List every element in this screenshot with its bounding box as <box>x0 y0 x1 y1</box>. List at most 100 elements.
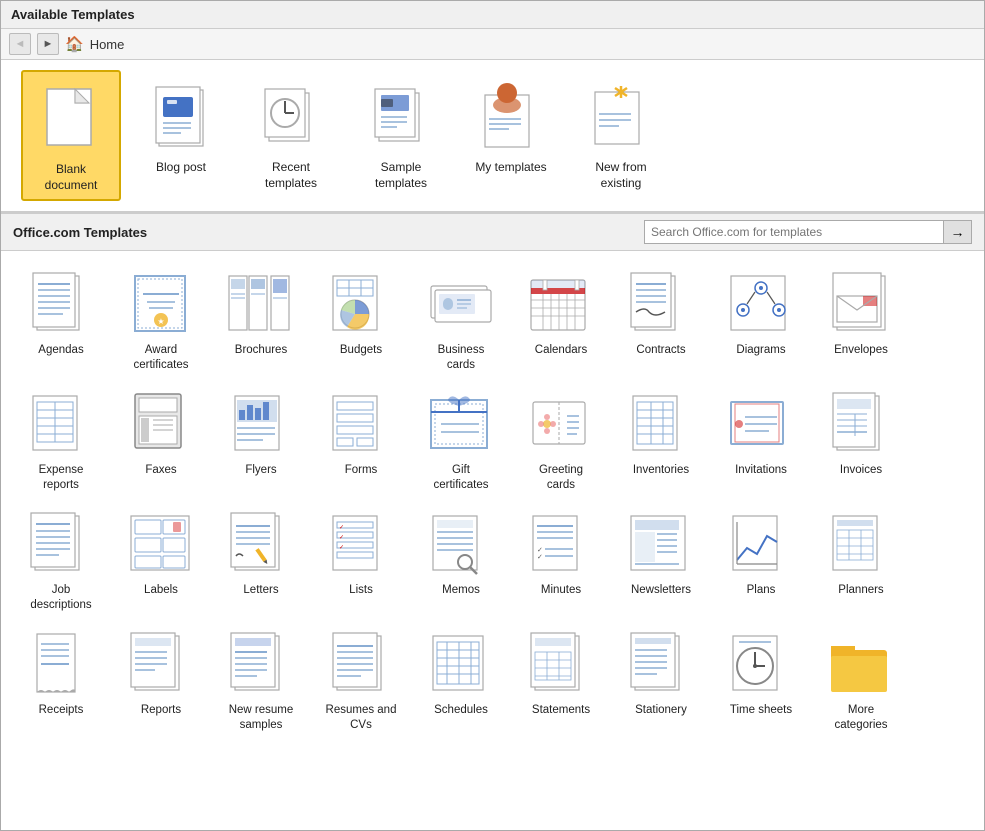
business-cards-icon <box>421 269 501 339</box>
more-label: Morecategories <box>834 703 887 733</box>
search-input[interactable] <box>644 220 944 244</box>
brochures-icon <box>221 269 301 339</box>
invoices-label: Invoices <box>840 463 882 478</box>
template-plans[interactable]: Plans <box>711 501 811 621</box>
flyers-icon <box>221 389 301 459</box>
new-resume-label: New resumesamples <box>229 703 294 733</box>
template-expense[interactable]: Expensereports <box>11 381 111 501</box>
new-from-existing-label: New fromexisting <box>595 160 646 191</box>
template-budgets[interactable]: Budgets <box>311 261 411 381</box>
recent-item-recent[interactable]: Recenttemplates <box>241 70 341 201</box>
calendars-icon <box>521 269 601 339</box>
template-newsletters[interactable]: Newsletters <box>611 501 711 621</box>
template-flyers[interactable]: Flyers <box>211 381 311 501</box>
calendars-label: Calendars <box>535 343 587 358</box>
svg-text:✓: ✓ <box>537 554 543 561</box>
template-inventories[interactable]: Inventories <box>611 381 711 501</box>
template-minutes[interactable]: ✓ ✓ Minutes <box>511 501 611 621</box>
forward-button[interactable]: ► <box>37 33 59 55</box>
template-brochures[interactable]: Brochures <box>211 261 311 381</box>
template-schedules[interactable]: Schedules <box>411 621 511 741</box>
gift-icon <box>421 389 501 459</box>
faxes-label: Faxes <box>145 463 176 478</box>
template-planners[interactable]: Planners <box>811 501 911 621</box>
template-greeting[interactable]: Greetingcards <box>511 381 611 501</box>
template-lists[interactable]: ✓ ✓ ✓ Lists <box>311 501 411 621</box>
my-templates-icon <box>476 76 546 156</box>
envelopes-icon <box>821 269 901 339</box>
template-contracts[interactable]: Contracts <box>611 261 711 381</box>
template-business-cards[interactable]: Businesscards <box>411 261 511 381</box>
expense-icon <box>21 389 101 459</box>
lists-icon: ✓ ✓ ✓ <box>321 509 401 579</box>
template-forms[interactable]: Forms <box>311 381 411 501</box>
budgets-icon <box>321 269 401 339</box>
search-button[interactable]: → <box>944 220 972 244</box>
template-stationery[interactable]: Stationery <box>611 621 711 741</box>
template-memos[interactable]: Memos <box>411 501 511 621</box>
breadcrumb: Home <box>90 37 125 52</box>
svg-text:✓: ✓ <box>339 535 344 541</box>
schedules-icon <box>421 629 501 699</box>
reports-label: Reports <box>141 703 181 718</box>
template-more[interactable]: Morecategories <box>811 621 911 741</box>
template-award[interactable]: ★ Awardcertificates <box>111 261 211 381</box>
blank-document-label: Blankdocument <box>45 162 98 193</box>
template-new-resume[interactable]: New resumesamples <box>211 621 311 741</box>
flyers-label: Flyers <box>245 463 276 478</box>
labels-label: Labels <box>144 583 178 598</box>
forms-label: Forms <box>345 463 378 478</box>
timesheets-label: Time sheets <box>730 703 792 718</box>
template-letters[interactable]: Letters <box>211 501 311 621</box>
template-agendas[interactable]: Agendas <box>11 261 111 381</box>
stationery-icon <box>621 629 701 699</box>
page-title: Available Templates <box>11 7 135 22</box>
template-invitations[interactable]: Invitations <box>711 381 811 501</box>
recent-item-blog[interactable]: Blog post <box>131 70 231 201</box>
template-faxes[interactable]: Faxes <box>111 381 211 501</box>
statements-label: Statements <box>532 703 590 718</box>
recent-templates-icon <box>256 76 326 156</box>
schedules-label: Schedules <box>434 703 488 718</box>
recent-item-blank[interactable]: Blankdocument <box>21 70 121 201</box>
greeting-icon <box>521 389 601 459</box>
title-bar: Available Templates <box>1 1 984 29</box>
template-invoices[interactable]: Invoices <box>811 381 911 501</box>
template-receipts[interactable]: Receipts <box>11 621 111 741</box>
svg-text:✓: ✓ <box>339 525 344 531</box>
search-area: → <box>644 220 972 244</box>
memos-icon <box>421 509 501 579</box>
resumes-label: Resumes andCVs <box>326 703 397 733</box>
template-job[interactable]: Jobdescriptions <box>11 501 111 621</box>
template-calendars[interactable]: Calendars <box>511 261 611 381</box>
svg-text:✓: ✓ <box>339 545 344 551</box>
svg-text:★: ★ <box>157 317 164 326</box>
letters-icon <box>221 509 301 579</box>
new-resume-icon <box>221 629 301 699</box>
template-resumes[interactable]: Resumes andCVs <box>311 621 411 741</box>
template-timesheets[interactable]: Time sheets <box>711 621 811 741</box>
new-from-existing-icon <box>586 76 656 156</box>
memos-label: Memos <box>442 583 480 598</box>
back-button[interactable]: ◄ <box>9 33 31 55</box>
forms-icon <box>321 389 401 459</box>
plans-icon <box>721 509 801 579</box>
invitations-label: Invitations <box>735 463 787 478</box>
recent-item-sample[interactable]: Sampletemplates <box>351 70 451 201</box>
inventories-icon <box>621 389 701 459</box>
sample-templates-icon <box>366 76 436 156</box>
recent-item-existing[interactable]: New fromexisting <box>571 70 671 201</box>
labels-icon <box>121 509 201 579</box>
job-icon <box>21 509 101 579</box>
award-label: Awardcertificates <box>134 343 189 373</box>
template-statements[interactable]: Statements <box>511 621 611 741</box>
template-diagrams[interactable]: Diagrams <box>711 261 811 381</box>
template-gift[interactable]: Giftcertificates <box>411 381 511 501</box>
agendas-icon <box>21 269 101 339</box>
template-labels[interactable]: Labels <box>111 501 211 621</box>
template-reports[interactable]: Reports <box>111 621 211 741</box>
template-envelopes[interactable]: Envelopes <box>811 261 911 381</box>
diagrams-icon <box>721 269 801 339</box>
newsletters-label: Newsletters <box>631 583 691 598</box>
recent-item-my[interactable]: My templates <box>461 70 561 201</box>
